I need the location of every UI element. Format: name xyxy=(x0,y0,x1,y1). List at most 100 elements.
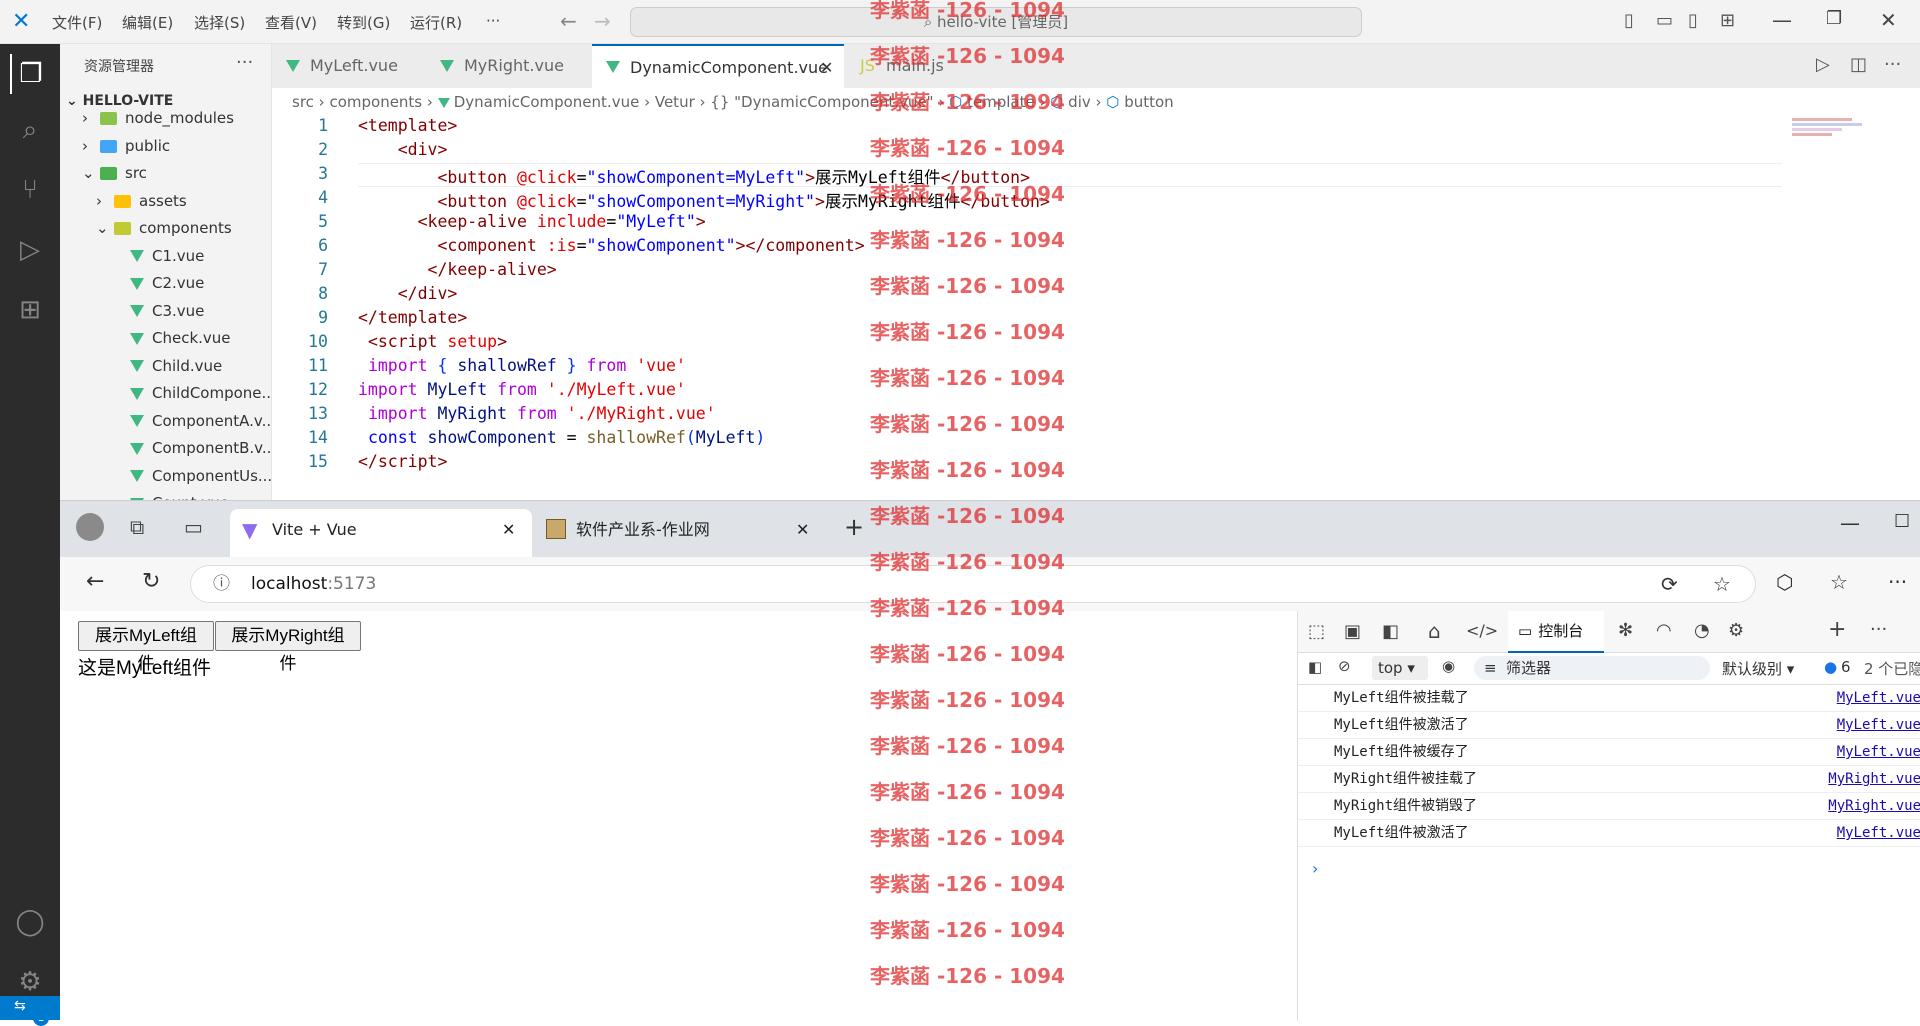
dock-side-icon[interactable]: ◧ xyxy=(1382,621,1399,642)
extensions-icon[interactable]: ⬡ xyxy=(1776,570,1793,594)
show-myleft-button[interactable]: 展示MyLeft组件 xyxy=(78,621,214,673)
log-level-select[interactable]: 默认级别 ▾ xyxy=(1722,658,1794,679)
toggle-sidebar-icon[interactable]: ▯ xyxy=(1624,10,1634,31)
breadcrumb-button[interactable]: button xyxy=(1124,93,1173,111)
log-source-link[interactable]: MyRight.vue xyxy=(1828,766,1920,792)
menu-go[interactable]: 转到(G) xyxy=(337,12,390,33)
tab-mainjs[interactable]: JS main.js xyxy=(848,44,1008,88)
folder-item[interactable]: › assets xyxy=(60,188,271,215)
customize-layout-icon[interactable]: ⊞ xyxy=(1720,10,1735,31)
sidebar-toggle-icon[interactable]: ◧ xyxy=(1308,658,1322,676)
device-emulation-icon[interactable]: ▣ xyxy=(1344,621,1361,642)
menu-run[interactable]: 运行(R) xyxy=(410,12,462,33)
log-source-link[interactable]: MyRight.vue xyxy=(1828,793,1920,819)
tab-myleft[interactable]: MyLeft.vue xyxy=(272,44,422,88)
folder-item[interactable]: › node_modules xyxy=(60,105,271,132)
log-source-link[interactable]: MyLeft.vue xyxy=(1837,712,1920,738)
sources-bug-icon[interactable]: ✻ xyxy=(1618,620,1633,641)
editor-more-icon[interactable]: ··· xyxy=(1884,54,1901,75)
back-icon[interactable]: ← xyxy=(86,569,104,594)
file-item[interactable]: ComponentB.v... xyxy=(60,435,271,462)
address-bar[interactable]: ⓘ localhost:5173 ⟳ ☆ xyxy=(190,565,1756,603)
tab-actions-icon[interactable]: ▭ xyxy=(184,515,203,539)
favorite-star-icon[interactable]: ☆ xyxy=(1713,566,1731,602)
close-tab-icon[interactable]: ✕ xyxy=(820,46,833,90)
log-source-link[interactable]: MyLeft.vue xyxy=(1837,739,1920,765)
file-item[interactable]: ComponentUs... xyxy=(60,463,271,490)
explorer-icon[interactable]: ❐ xyxy=(10,54,50,94)
context-selector[interactable]: top ▾ xyxy=(1372,656,1428,680)
code-editor[interactable]: 1 2 3 4 5 6 7 8 9 10 11 12 13 14 15 <template> <div> <… xyxy=(272,116,1920,500)
refresh-icon[interactable]: ↻ xyxy=(142,569,160,594)
folder-item[interactable]: ⌄ src xyxy=(60,160,271,187)
toggle-secondary-sidebar-icon[interactable]: ▯ xyxy=(1688,10,1698,31)
menu-view[interactable]: 查看(V) xyxy=(265,12,317,33)
breadcrumb-src[interactable]: src xyxy=(292,93,314,111)
remote-status-button[interactable]: ⇆ xyxy=(0,996,60,1020)
more-tools-plus-icon[interactable]: + xyxy=(1828,617,1846,642)
tab-myright[interactable]: MyRight.vue xyxy=(426,44,576,88)
breadcrumb-template[interactable]: template xyxy=(967,93,1035,111)
issues-icon[interactable]: ● xyxy=(1824,658,1837,676)
extensions-icon[interactable]: ⊞ xyxy=(10,290,50,330)
browser-tab-zuoye[interactable]: 软件产业系-作业网 ✕ xyxy=(534,509,824,557)
command-center-search[interactable]: ⌕ hello-vite [管理员] xyxy=(630,7,1362,37)
restore-icon[interactable]: ❐ xyxy=(1826,8,1842,29)
breadcrumb-vetur[interactable]: Vetur xyxy=(655,93,695,111)
console-prompt-chevron-icon[interactable]: › xyxy=(1312,859,1318,878)
workspaces-icon[interactable]: ⧉ xyxy=(130,515,144,539)
settings-more-icon[interactable]: ··· xyxy=(1888,570,1907,594)
log-source-link[interactable]: MyLeft.vue xyxy=(1837,820,1920,846)
devtools-more-icon[interactable]: ··· xyxy=(1870,619,1887,640)
minimap[interactable] xyxy=(1792,116,1872,146)
nav-forward-icon[interactable]: → xyxy=(594,9,611,33)
console-filter-input[interactable]: ≡ 筛选器 xyxy=(1474,656,1710,680)
new-tab-icon[interactable]: + xyxy=(844,513,864,541)
account-icon[interactable]: ◯ xyxy=(10,902,50,942)
elements-icon[interactable]: </> xyxy=(1466,621,1498,640)
file-item[interactable]: ComponentA.v... xyxy=(60,408,271,435)
menu-selection[interactable]: 选择(S) xyxy=(194,12,245,33)
live-expression-eye-icon[interactable]: ◉ xyxy=(1442,657,1455,675)
folder-item[interactable]: › public xyxy=(60,133,271,160)
devtools-settings-gear-icon[interactable]: ⚙ xyxy=(1728,620,1744,641)
file-item[interactable]: Count.vue xyxy=(60,490,271,500)
close-window-icon[interactable]: ✕ xyxy=(1880,8,1897,32)
profile-avatar-icon[interactable] xyxy=(76,513,104,541)
welcome-home-icon[interactable]: ⌂ xyxy=(1428,619,1441,643)
source-control-icon[interactable]: ⑂ xyxy=(10,170,50,210)
toggle-panel-icon[interactable]: ▭ xyxy=(1656,10,1673,31)
explorer-more-icon[interactable]: ··· xyxy=(236,52,253,73)
show-myright-button[interactable]: 展示MyRight组件 xyxy=(215,621,361,673)
minimize-icon[interactable]: — xyxy=(1840,511,1860,535)
close-tab-icon[interactable]: ✕ xyxy=(796,509,809,551)
run-debug-icon[interactable]: ▷ xyxy=(10,230,50,270)
browser-tab-vite[interactable]: ▼ Vite + Vue ✕ xyxy=(230,509,532,557)
menu-edit[interactable]: 编辑(E) xyxy=(122,12,173,33)
file-item[interactable]: ChildCompone... xyxy=(60,380,271,407)
browser-essentials-icon[interactable]: ⟳ xyxy=(1661,566,1678,602)
site-info-icon[interactable]: ⓘ xyxy=(213,566,230,602)
breadcrumb-module[interactable]: {} "DynamicComponent.vue" xyxy=(710,93,933,111)
breadcrumb-file[interactable]: DynamicComponent.vue xyxy=(454,93,640,111)
folder-item[interactable]: ⌄ components xyxy=(60,215,271,242)
inspect-element-icon[interactable]: ⬚ xyxy=(1308,621,1325,642)
run-file-icon[interactable]: ▷ xyxy=(1816,54,1830,75)
breadcrumb-components[interactable]: components xyxy=(329,93,422,111)
log-source-link[interactable]: MyLeft.vue xyxy=(1837,685,1920,711)
minimize-icon[interactable]: — xyxy=(1772,8,1792,32)
close-tab-icon[interactable]: ✕ xyxy=(502,509,515,551)
file-item[interactable]: Child.vue xyxy=(60,353,271,380)
nav-back-icon[interactable]: ← xyxy=(560,9,577,33)
performance-icon[interactable]: ◔ xyxy=(1694,620,1710,641)
tab-dynamiccomponent[interactable]: DynamicComponent.vue ✕ xyxy=(592,44,844,88)
search-view-icon[interactable]: ⌕ xyxy=(10,110,50,150)
favorites-icon[interactable]: ☆ xyxy=(1830,570,1848,594)
console-tab[interactable]: ▭ 控制台 xyxy=(1508,611,1604,653)
file-item[interactable]: C1.vue xyxy=(60,243,271,270)
file-item[interactable]: Check.vue xyxy=(60,325,271,352)
menu-more[interactable]: ··· xyxy=(486,12,500,30)
breadcrumb-div[interactable]: div xyxy=(1068,93,1091,111)
maximize-icon[interactable]: ☐ xyxy=(1894,511,1910,532)
file-item[interactable]: C2.vue xyxy=(60,270,271,297)
